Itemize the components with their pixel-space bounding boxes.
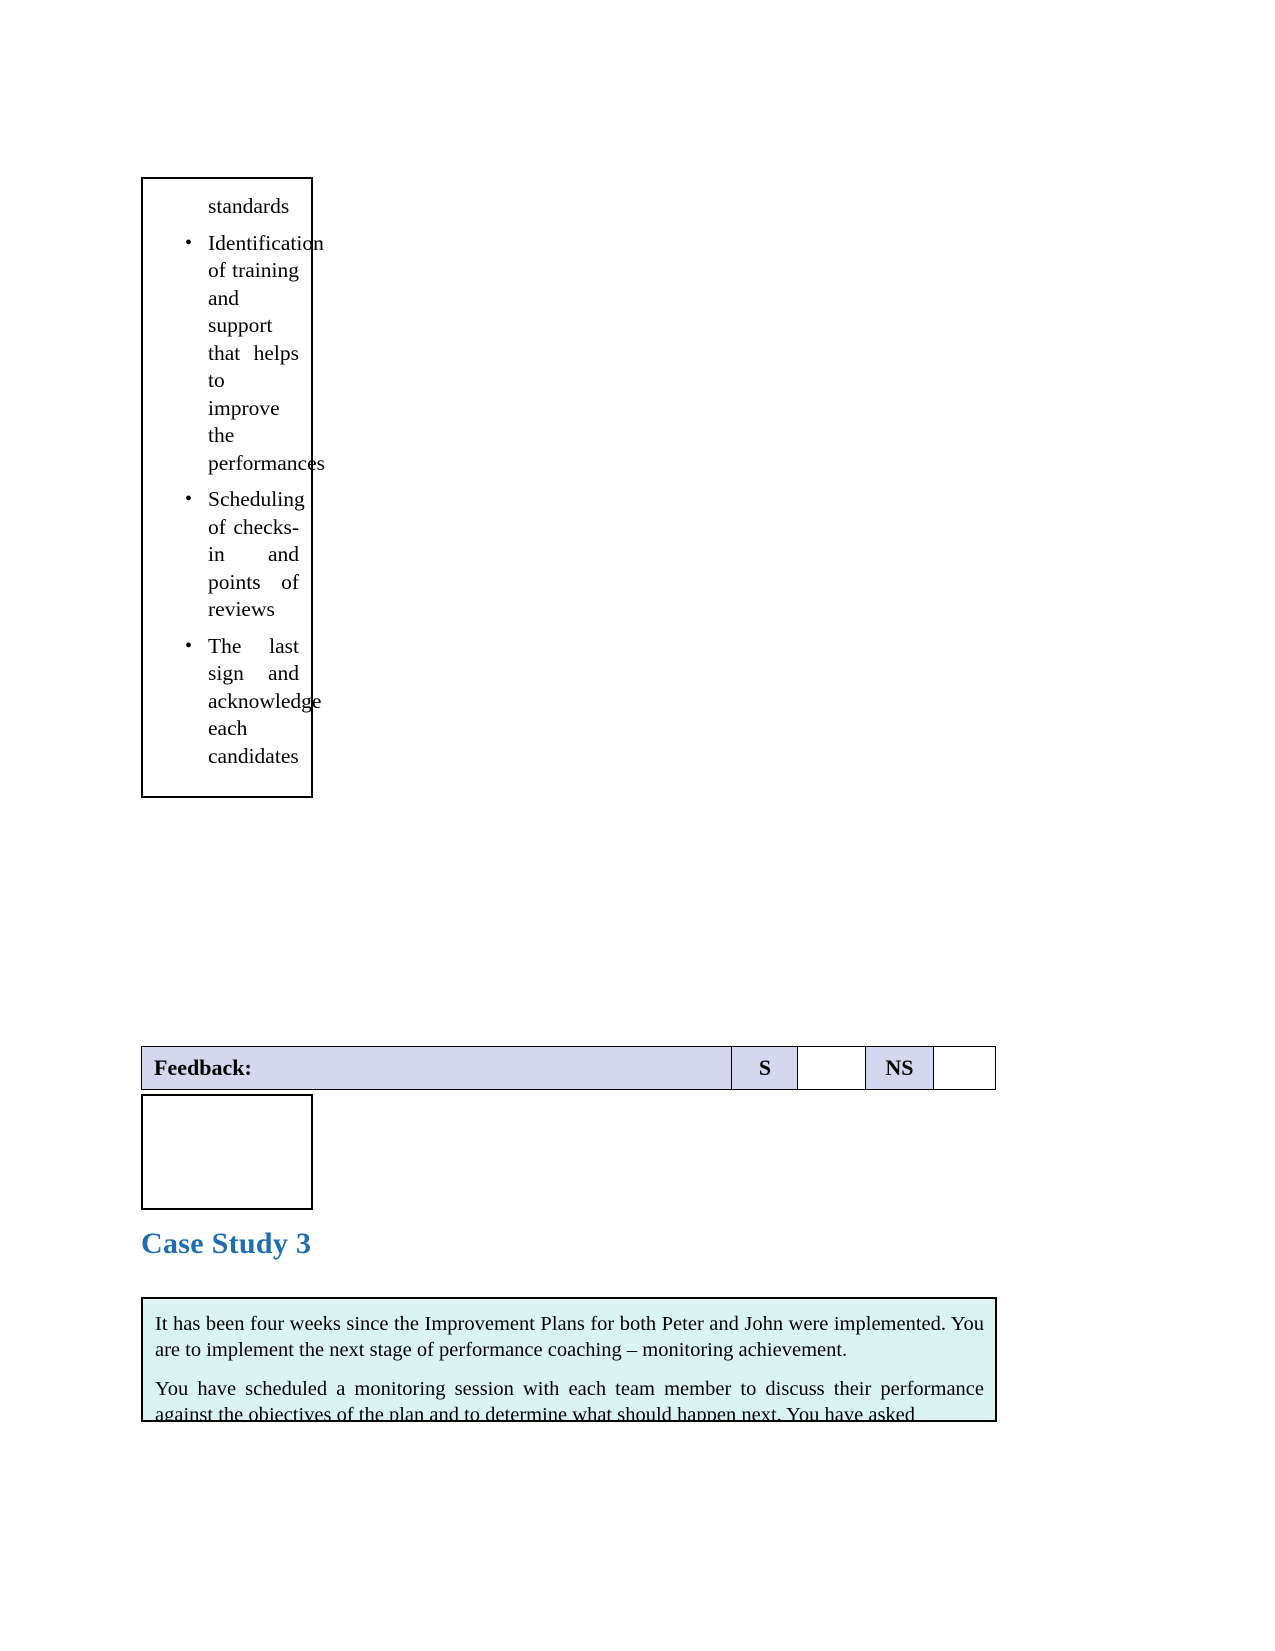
not-satisfactory-label: NS bbox=[885, 1055, 914, 1080]
satisfactory-label-cell: S bbox=[731, 1046, 799, 1090]
feedback-row: Feedback: S NS bbox=[141, 1046, 997, 1090]
criteria-table-cell: standards Identification of training and… bbox=[141, 177, 325, 798]
feedback-comment-cell[interactable] bbox=[141, 1096, 313, 1210]
list-item: Identification of training and support t… bbox=[155, 230, 325, 478]
case-study-paragraph: You have scheduled a monitoring session … bbox=[155, 1378, 984, 1422]
criteria-cell-content: standards Identification of training and… bbox=[143, 179, 325, 796]
not-satisfactory-checkbox-cell[interactable] bbox=[932, 1046, 997, 1090]
page-title: Case Study 3 bbox=[141, 1227, 312, 1260]
satisfactory-label: S bbox=[758, 1055, 772, 1080]
list-item: Scheduling of checks-in and points of re… bbox=[155, 486, 305, 624]
document-page: standards Identification of training and… bbox=[0, 0, 1275, 1651]
feedback-label: Feedback: bbox=[154, 1055, 252, 1080]
not-satisfactory-label-cell: NS bbox=[864, 1046, 935, 1090]
feedback-label-cell: Feedback: bbox=[141, 1046, 733, 1090]
list-item: The last sign and acknowledge each candi… bbox=[155, 633, 321, 771]
list-item: standards bbox=[208, 194, 290, 218]
satisfactory-checkbox-cell[interactable] bbox=[797, 1046, 867, 1090]
criteria-bullet-list: standards Identification of training and… bbox=[155, 193, 325, 771]
case-study-paragraph: It has been four weeks since the Improve… bbox=[155, 1313, 984, 1361]
case-study-box: It has been four weeks since the Improve… bbox=[141, 1297, 997, 1422]
